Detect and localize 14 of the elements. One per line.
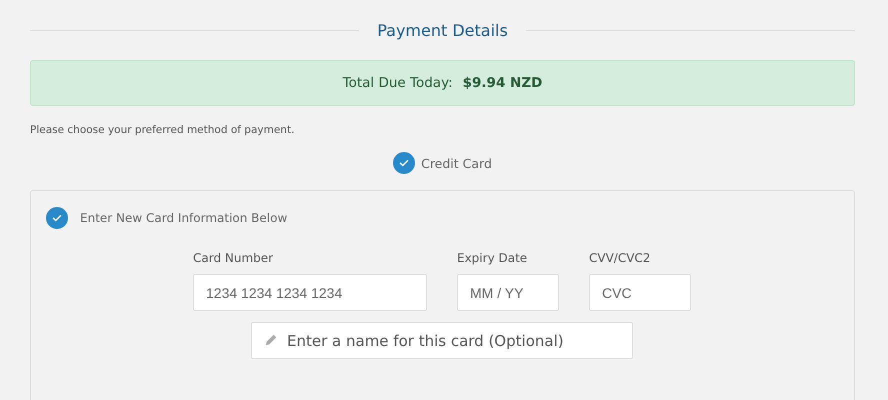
total-amount: $9.94 NZD [462, 75, 542, 91]
payment-method-option[interactable]: Credit Card [393, 152, 492, 174]
input-field[interactable]: CVC [589, 274, 691, 311]
field-label: Expiry Date [457, 251, 528, 265]
total-label: Total Due Today: [342, 75, 453, 91]
pencil-icon [264, 333, 278, 347]
input-field[interactable]: MM / YY [457, 274, 559, 311]
section-title: Payment Details [376, 20, 509, 40]
field-label: Card Number [193, 251, 274, 265]
input-field[interactable]: 1234 1234 1234 1234 [193, 274, 427, 311]
new-card-option[interactable]: Enter New Card Information Below [46, 207, 288, 229]
field-label: CVV/CVC2 [589, 251, 652, 265]
card-name-field[interactable]: Enter a name for this card (Optional) [251, 322, 633, 359]
instruction-text: Please choose your preferred method of payment. [30, 124, 296, 136]
